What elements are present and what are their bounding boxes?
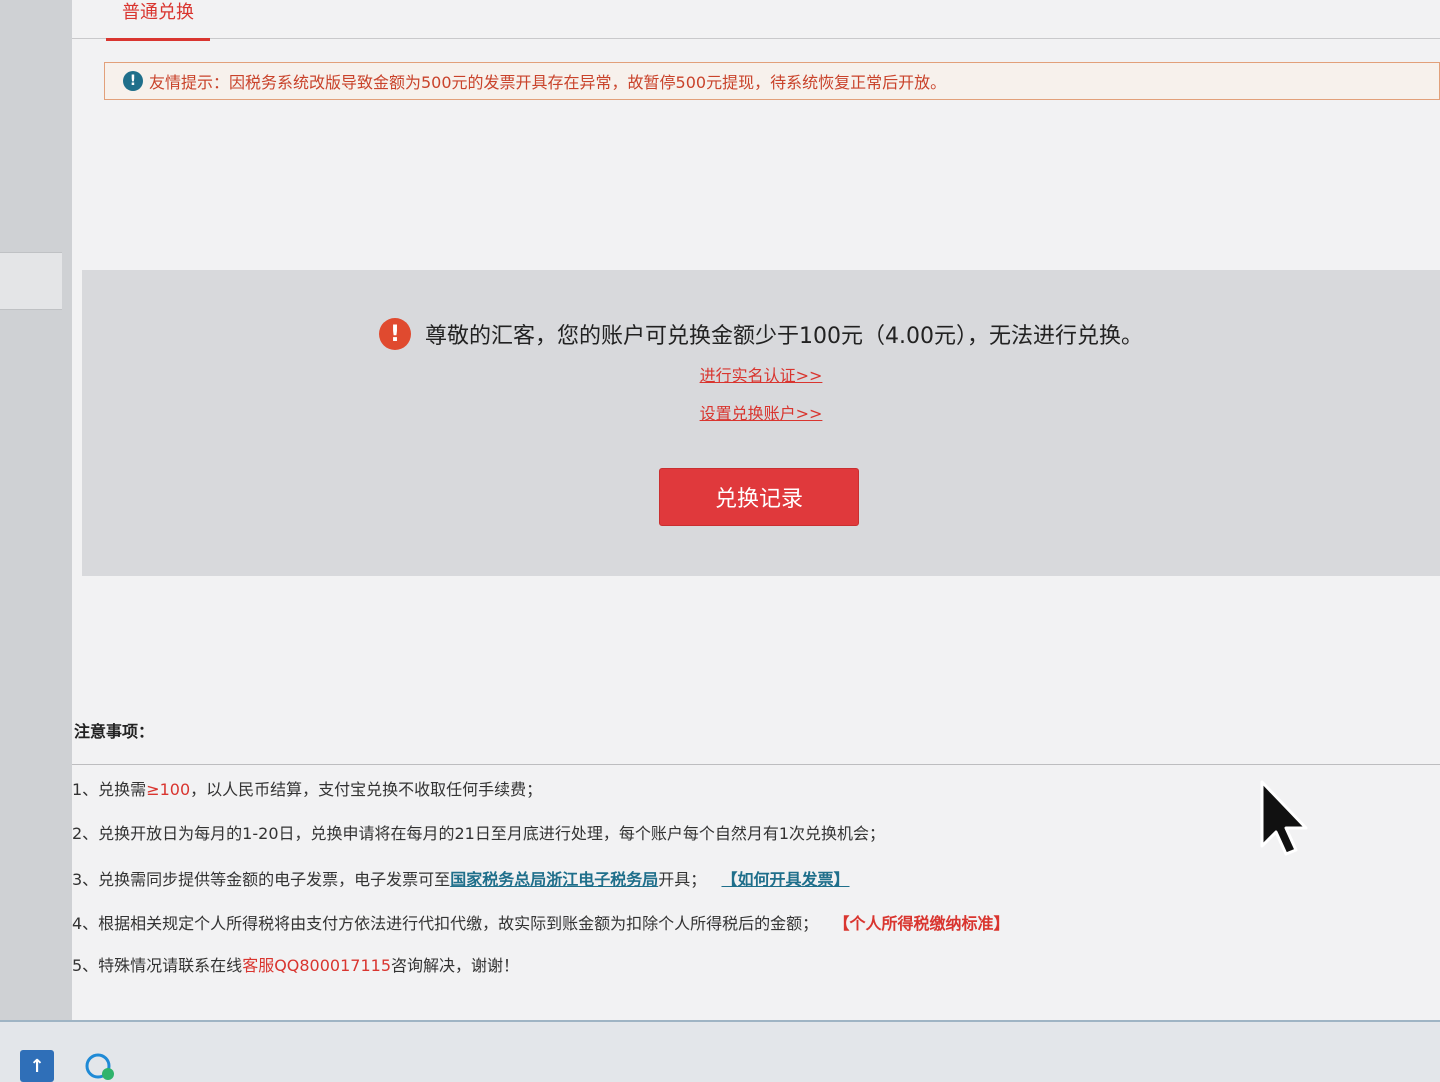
income-tax-standard-link[interactable]: 【个人所得税缴纳标准】 [833,914,1009,933]
app-icon[interactable]: ↑ [20,1050,54,1082]
note-item-2: 2、兑换开放日为每月的1-20日，兑换申请将在每月的21日至月底进行处理，每个账… [72,824,886,843]
tab-bar: 普通兑换 [72,0,1440,41]
tab-normal-exchange[interactable]: 普通兑换 [106,0,210,41]
note-item-1: 1、兑换需≥100，以人民币结算，支付宝兑换不收取任何手续费； [72,776,542,800]
note-3-prefix: 3、兑换需同步提供等金额的电子发票，电子发票可至 [72,870,451,889]
note-1-prefix: 1、兑换需 [72,780,147,799]
exchange-status-panel: ! 尊敬的汇客，您的账户可兑换金额少于100元（4.00元），无法进行兑换。 进… [82,270,1440,576]
note-item-5: 5、特殊情况请联系在线客服QQ800017115咨询解决，谢谢！ [72,952,519,976]
mouse-pointer-icon [1260,780,1308,856]
taskbar: ↑ [0,1020,1440,1082]
tax-bureau-link[interactable]: 国家税务总局浙江电子税务局 [450,870,658,889]
status-message-row: ! 尊敬的汇客，您的账户可兑换金额少于100元（4.00元），无法进行兑换。 [82,318,1440,350]
note-item-3: 3、兑换需同步提供等金额的电子发票，电子发票可至国家税务总局浙江电子税务局开具；… [72,866,850,890]
exclamation-icon: ! [379,318,411,350]
set-exchange-account-link[interactable]: 设置兑换账户>> [700,404,823,423]
left-sidebar-strip [0,0,72,1020]
info-icon: ! [123,71,143,91]
notice-banner: ! 友情提示：因税务系统改版导致金额为500元的发票开具存在异常，故暂停500元… [104,62,1440,100]
verify-link-row: 进行实名认证>> [82,362,1440,386]
note-item-4: 4、根据相关规定个人所得税将由支付方依法进行代扣代缴，故实际到账金额为扣除个人所… [72,910,1009,934]
notes-divider [72,764,1440,765]
status-message: 尊敬的汇客，您的账户可兑换金额少于100元（4.00元），无法进行兑换。 [425,324,1143,349]
notes-title: 注意事项： [74,722,155,741]
note-4-text: 4、根据相关规定个人所得税将由支付方依法进行代扣代缴，故实际到账金额为扣除个人所… [72,914,819,933]
note-5-suffix: 咨询解决，谢谢！ [391,956,520,975]
note-1-highlight: ≥100 [146,780,191,799]
main-content: 普通兑换 ! 友情提示：因税务系统改版导致金额为500元的发票开具存在异常，故暂… [72,0,1440,1020]
account-link-row: 设置兑换账户>> [82,400,1440,424]
exchange-record-button[interactable]: 兑换记录 [659,468,859,526]
note-5-prefix: 5、特殊情况请联系在线 [72,956,243,975]
customer-service-qq[interactable]: 客服QQ800017115 [242,956,391,975]
note-3-middle: 开具； [658,870,707,889]
note-1-suffix: ，以人民币结算，支付宝兑换不收取任何手续费； [190,780,543,799]
notice-text: 友情提示：因税务系统改版导致金额为500元的发票开具存在异常，故暂停500元提现… [149,73,947,92]
real-name-verify-link[interactable]: 进行实名认证>> [700,366,823,385]
chat-icon[interactable] [84,1052,116,1082]
left-sidebar-tab[interactable] [0,252,62,310]
how-to-invoice-link[interactable]: 【如何开具发票】 [721,870,849,889]
